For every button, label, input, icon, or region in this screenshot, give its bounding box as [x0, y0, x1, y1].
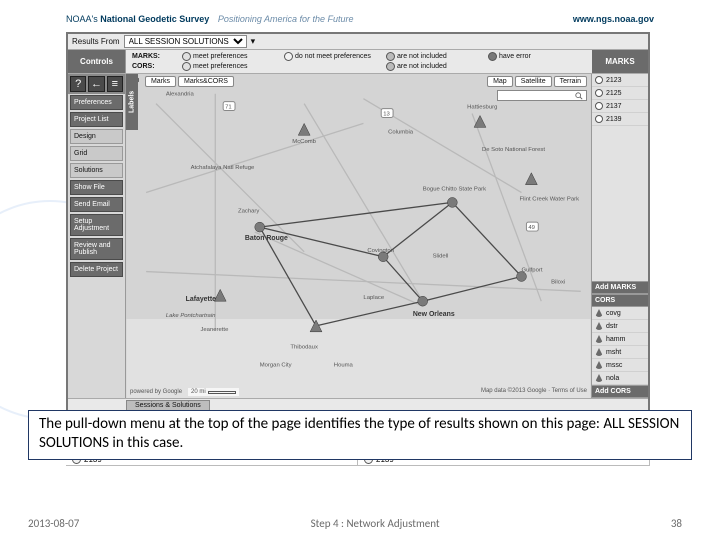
cors-item: hamm — [592, 333, 648, 346]
search-icon — [575, 92, 583, 100]
map-scale: 20 mi — [188, 388, 239, 396]
svg-text:Laplace: Laplace — [363, 295, 384, 301]
legend-marks-label: MARKS: — [132, 53, 178, 60]
footer-date: 2013-08-07 — [28, 517, 79, 530]
help-button[interactable]: ? — [70, 76, 86, 92]
svg-text:New Orleans: New Orleans — [413, 311, 455, 318]
slide-caption: The pull-down menu at the top of the pag… — [28, 410, 692, 460]
sidebar-item-preferences[interactable]: Preferences — [70, 95, 123, 110]
controls-heading: Controls — [68, 50, 126, 73]
svg-text:Slidell: Slidell — [433, 254, 449, 260]
legend-meet-icon: meet preferences — [182, 52, 280, 61]
sidebar-item-sendemail[interactable]: Send Email — [70, 197, 123, 212]
svg-text:Flint Creek Water Park: Flint Creek Water Park — [520, 196, 580, 202]
results-row: Results From ALL SESSION SOLUTIONS ▾ — [68, 34, 648, 50]
results-select[interactable]: ALL SESSION SOLUTIONS — [124, 35, 247, 48]
noaa-prefix: NOAA's — [66, 14, 98, 24]
map-type-satellite[interactable]: Satellite — [515, 76, 552, 87]
noaa-header: NOAA's National Geodetic Survey Position… — [66, 14, 654, 28]
noaa-tagline: Positioning America for the Future — [218, 14, 354, 24]
svg-text:McComb: McComb — [292, 139, 316, 145]
back-button[interactable]: ← — [88, 76, 104, 92]
svg-text:De Soto National Forest: De Soto National Forest — [482, 147, 545, 153]
svg-text:Lake Pontchartrain: Lake Pontchartrain — [166, 313, 216, 319]
svg-text:Baton Rouge: Baton Rouge — [245, 235, 288, 242]
right-panel: 2123 2125 2137 2139 Add MARKS CORS covg … — [592, 74, 648, 398]
cors-item: covg — [592, 307, 648, 320]
svg-text:Morgan City: Morgan City — [260, 362, 292, 368]
legend-cors-label: CORS: — [132, 63, 178, 70]
mark-item: 2125 — [592, 87, 648, 100]
svg-text:Zachary: Zachary — [238, 208, 259, 214]
sidebar-item-setupadj[interactable]: Setup Adjustment — [70, 214, 123, 236]
svg-text:Jeanerette: Jeanerette — [200, 327, 229, 333]
svg-text:Atchafalaya Natl Refuge: Atchafalaya Natl Refuge — [191, 165, 255, 171]
map-attribution-left: powered by Google — [130, 389, 182, 395]
svg-text:49: 49 — [528, 225, 535, 231]
footer-page: 38 — [671, 517, 682, 530]
map-attribution-right: Map data ©2013 Google · Terms of Use — [481, 388, 587, 396]
map-layer-marks[interactable]: Marks — [145, 76, 176, 87]
legend-row: Controls MARKS: meet preferences do not … — [68, 50, 648, 74]
svg-text:71: 71 — [225, 105, 232, 111]
noaa-brand: National Geodetic Survey — [100, 14, 209, 24]
labels-vertical-tab[interactable]: Labels — [126, 74, 138, 130]
svg-text:Hattiesburg: Hattiesburg — [467, 105, 497, 111]
map[interactable]: Alexandria Hattiesburg Columbia McComb A… — [126, 74, 592, 398]
legend-cors-meet-icon: meet preferences — [182, 62, 280, 71]
sidebar-item-grid[interactable]: Grid — [70, 146, 123, 161]
dropdown-indicator-icon: ▾ — [251, 36, 256, 47]
cors-item: nola — [592, 372, 648, 385]
cors-item: msht — [592, 346, 648, 359]
add-marks-button[interactable]: Add MARKS — [592, 281, 648, 294]
mark-item: 2139 — [592, 113, 648, 126]
map-type-map[interactable]: Map — [487, 76, 513, 87]
sidebar-item-design[interactable]: Design — [70, 129, 123, 144]
opus-app-window: Results From ALL SESSION SOLUTIONS ▾ Con… — [66, 32, 650, 414]
results-label: Results From — [72, 37, 120, 46]
legend-error-icon: have error — [488, 52, 586, 61]
legend-notmeet-icon: do not meet preferences — [284, 52, 382, 61]
mark-item: 2123 — [592, 74, 648, 87]
sidebar-item-review[interactable]: Review and Publish — [70, 238, 123, 260]
slide-footer: 2013-08-07 Step 4 : Network Adjustment 3… — [0, 517, 720, 530]
svg-text:Houma: Houma — [334, 362, 354, 368]
preferences-legend: MARKS: meet preferences do not meet pref… — [126, 50, 592, 73]
noaa-url: www.ngs.noaa.gov — [573, 14, 654, 28]
svg-text:Gulfport: Gulfport — [521, 268, 542, 274]
marks-heading: MARKS — [592, 50, 648, 73]
mark-item: 2137 — [592, 100, 648, 113]
map-type-terrain[interactable]: Terrain — [554, 76, 587, 87]
cors-heading: CORS — [592, 294, 648, 307]
menu-button[interactable]: ≡ — [107, 76, 123, 92]
sidebar-item-showfile[interactable]: Show File — [70, 180, 123, 195]
sidebar-item-delete[interactable]: Delete Project — [70, 262, 123, 277]
sidebar-item-solutions[interactable]: Solutions — [70, 163, 123, 178]
svg-text:Alexandria: Alexandria — [166, 92, 195, 98]
legend-cors-excluded-icon: are not included — [386, 62, 484, 71]
svg-text:Biloxi: Biloxi — [551, 279, 565, 285]
svg-text:Lafayette: Lafayette — [186, 296, 216, 303]
map-canvas: Alexandria Hattiesburg Columbia McComb A… — [126, 74, 591, 398]
add-cors-button[interactable]: Add CORS — [592, 385, 648, 398]
svg-text:Columbia: Columbia — [388, 129, 414, 135]
map-layer-markscors[interactable]: Marks&CORS — [178, 76, 234, 87]
svg-text:Bogue Chitto State Park: Bogue Chitto State Park — [423, 187, 486, 193]
cors-item: mssc — [592, 359, 648, 372]
map-search-input[interactable] — [497, 90, 587, 101]
cors-item: dstr — [592, 320, 648, 333]
svg-text:Covington: Covington — [367, 248, 394, 254]
svg-text:Thibodaux: Thibodaux — [290, 345, 318, 351]
svg-text:13: 13 — [383, 111, 390, 117]
legend-excluded-icon: are not included — [386, 52, 484, 61]
footer-step: Step 4 : Network Adjustment — [311, 517, 440, 530]
sidebar-item-projectlist[interactable]: Project List — [70, 112, 123, 127]
sidebar: ? ← ≡ Preferences Project List Design Gr… — [68, 74, 126, 398]
